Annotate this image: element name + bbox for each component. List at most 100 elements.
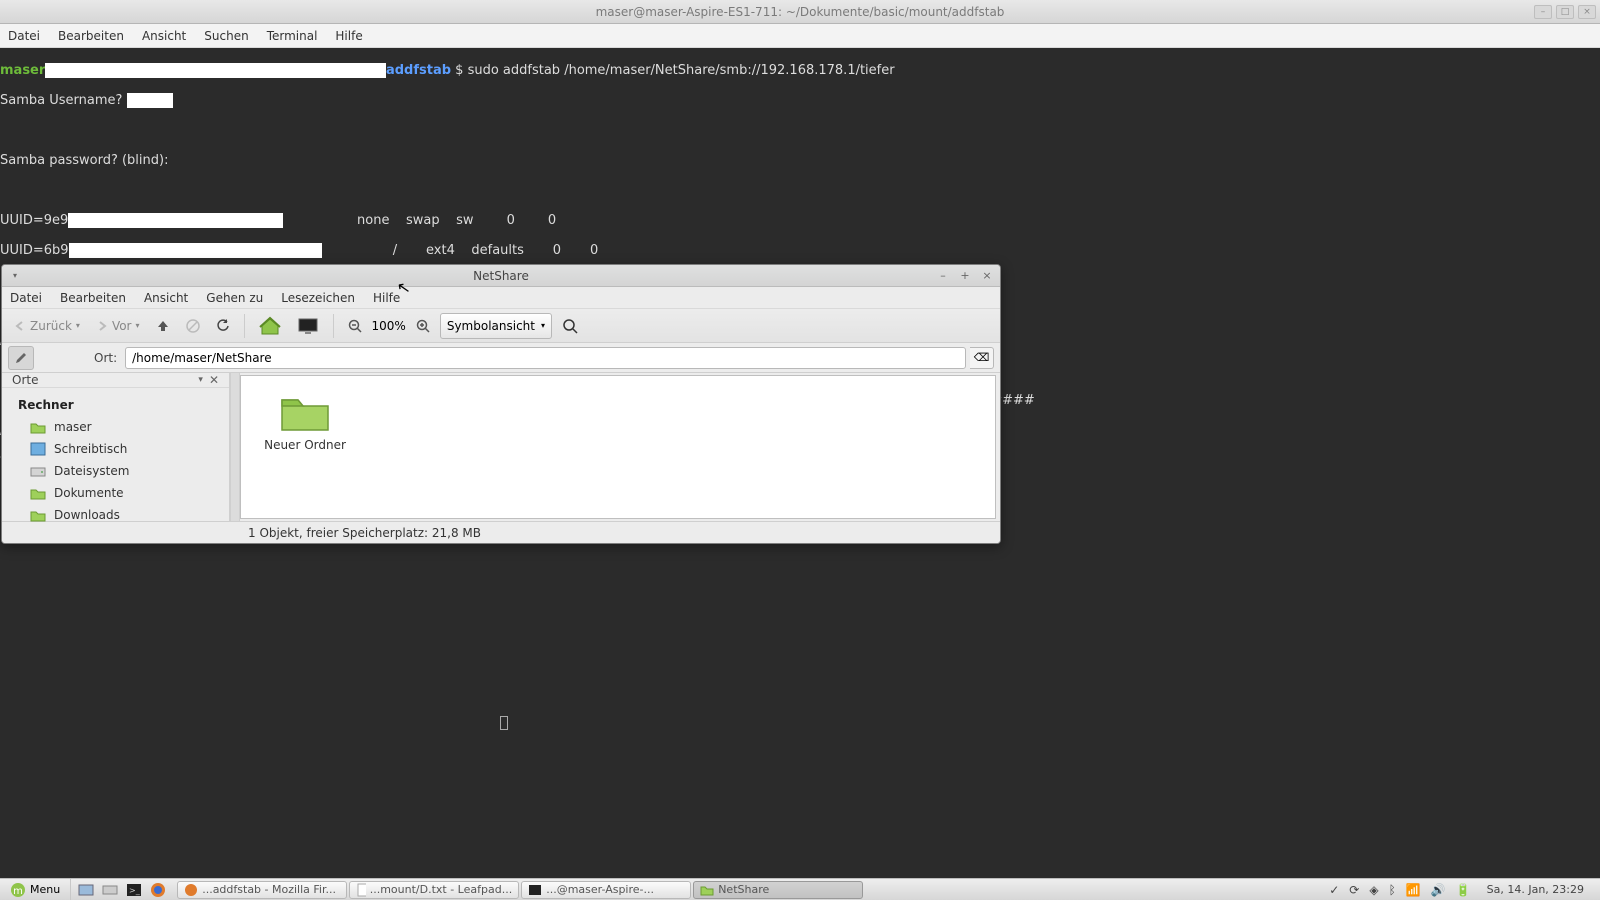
menu-hilfe[interactable]: Hilfe: [335, 29, 362, 43]
network-icon[interactable]: ◈: [1369, 883, 1378, 897]
sidebar-item-dokumente[interactable]: Dokumente: [2, 482, 229, 504]
forward-button[interactable]: Vor ▾: [90, 313, 146, 339]
location-bar: Ort: ⌫: [2, 343, 1000, 373]
firefox-launcher[interactable]: [147, 881, 169, 899]
text-icon: [356, 883, 366, 897]
chevron-down-icon: ▾: [198, 375, 203, 385]
bluetooth-icon[interactable]: ᛒ: [1389, 883, 1396, 897]
task-buttons: ...addfstab - Mozilla Fir... ...mount/D.…: [173, 881, 867, 899]
redacted-host: @maser-Aspire-ES1-711 ~/Dokumente/basic/…: [45, 63, 386, 78]
zoom-in-button[interactable]: [410, 313, 436, 339]
desktop-icon: [78, 883, 94, 897]
fm-titlebar[interactable]: ▾ NetShare – + ×: [2, 265, 1000, 287]
battery-icon[interactable]: 🔋: [1456, 883, 1471, 897]
computer-button[interactable]: [291, 313, 325, 339]
zoom-out-button[interactable]: [342, 313, 368, 339]
pencil-icon: [15, 352, 27, 364]
arrow-left-icon: [14, 320, 26, 332]
terminal-titlebar[interactable]: maser@maser-Aspire-ES1-711: ~/Dokumente/…: [0, 0, 1600, 24]
sidebar-selector[interactable]: Orte ▾ ✕: [2, 373, 229, 388]
location-label: Ort:: [94, 351, 117, 365]
search-icon: [562, 318, 578, 334]
sidebar-item-maser[interactable]: maser: [2, 416, 229, 438]
task-leafpad[interactable]: ...mount/D.txt - Leafpad...: [349, 881, 519, 899]
menu-datei[interactable]: Datei: [8, 29, 40, 43]
home-button[interactable]: [253, 313, 287, 339]
minimize-button[interactable]: –: [1534, 5, 1552, 19]
volume-icon[interactable]: 🔊: [1431, 883, 1446, 897]
terminal-icon: >_: [126, 883, 142, 897]
task-netshare[interactable]: NetShare: [693, 881, 863, 899]
menu-suchen[interactable]: Suchen: [204, 29, 248, 43]
close-button[interactable]: ×: [980, 269, 994, 282]
redacted-uuid1: 7-d0xd-xf-4f-d--5b0-0-f02f0fd07x: [68, 213, 282, 228]
menu-datei[interactable]: Datei: [10, 291, 42, 305]
search-button[interactable]: [556, 313, 584, 339]
clock[interactable]: Sa, 14. Jan, 23:29: [1481, 883, 1590, 896]
back-button[interactable]: Zurück ▾: [8, 313, 86, 339]
view-mode-select[interactable]: Symbolansicht ▾: [440, 313, 552, 339]
menu-terminal[interactable]: Terminal: [267, 29, 318, 43]
maximize-button[interactable]: □: [1556, 5, 1574, 19]
prompt-user: maser: [0, 63, 45, 78]
fm-menubar: Datei Bearbeiten Ansicht Gehen zu Leseze…: [2, 287, 1000, 309]
sidebar-item-dateisystem[interactable]: Dateisystem: [2, 460, 229, 482]
terminal-launcher[interactable]: >_: [123, 881, 145, 899]
terminal-window-controls: – □ ×: [1534, 5, 1596, 19]
prompt-path: addfstab: [386, 63, 451, 78]
sidebar-item-downloads[interactable]: Downloads: [2, 504, 229, 526]
zoom-out-icon: [348, 319, 362, 333]
shield-icon[interactable]: ✓: [1329, 883, 1339, 897]
arrow-up-icon: [156, 319, 170, 333]
start-menu-button[interactable]: m Menu: [0, 879, 71, 900]
zoom-in-icon: [416, 319, 430, 333]
terminal-command: sudo addfstab /home/maser/NetShare/smb:/…: [468, 63, 895, 78]
firefox-icon: [184, 883, 198, 897]
task-firefox[interactable]: ...addfstab - Mozilla Fir...: [177, 881, 347, 899]
up-button[interactable]: [150, 313, 176, 339]
menu-ansicht[interactable]: Ansicht: [144, 291, 188, 305]
folder-icon: [278, 390, 332, 434]
chevron-down-icon: ▾: [76, 321, 80, 330]
folder-label: Neuer Ordner: [264, 438, 346, 452]
minimize-button[interactable]: –: [936, 269, 950, 282]
folder-icon: [700, 883, 714, 897]
fm-toolbar: Zurück ▾ Vor ▾ 100%: [2, 309, 1000, 343]
monitor-icon: [297, 317, 319, 335]
files-launcher[interactable]: [99, 881, 121, 899]
location-clear-button[interactable]: ⌫: [970, 347, 994, 369]
sidebar-scrollbar[interactable]: [230, 373, 240, 521]
update-icon[interactable]: ⟳: [1349, 883, 1359, 897]
sidebar-item-schreibtisch[interactable]: Schreibtisch: [2, 438, 229, 460]
folder-neuer-ordner[interactable]: Neuer Ordner: [255, 390, 355, 452]
task-terminal[interactable]: ...@maser-Aspire-...: [521, 881, 691, 899]
folder-icon: [30, 508, 46, 522]
zoom-level: 100%: [372, 319, 406, 333]
maximize-button[interactable]: +: [958, 269, 972, 282]
firefox-icon: [150, 882, 166, 898]
location-input[interactable]: [125, 347, 966, 369]
wifi-icon[interactable]: 📶: [1406, 883, 1421, 897]
sidebar-close-button[interactable]: ✕: [209, 373, 219, 387]
file-area[interactable]: Neuer Ordner: [240, 375, 996, 519]
menu-gehenzu[interactable]: Gehen zu: [206, 291, 263, 305]
window-menu-icon[interactable]: ▾: [8, 269, 22, 283]
reload-button[interactable]: [210, 313, 236, 339]
svg-text:>_: >_: [129, 886, 141, 895]
show-desktop-button[interactable]: [75, 881, 97, 899]
close-button[interactable]: ×: [1578, 5, 1596, 19]
stop-button[interactable]: [180, 313, 206, 339]
menu-bearbeiten[interactable]: Bearbeiten: [58, 29, 124, 43]
redacted-username: xxxxxx: [127, 93, 173, 108]
quick-launch: >_: [71, 881, 173, 899]
mint-logo-icon: m: [10, 882, 26, 898]
pathbar-toggle-button[interactable]: [8, 346, 34, 370]
menu-ansicht[interactable]: Ansicht: [142, 29, 186, 43]
file-manager-window: ▾ NetShare – + × Datei Bearbeiten Ansich…: [1, 264, 1001, 544]
menu-bearbeiten[interactable]: Bearbeiten: [60, 291, 126, 305]
redacted-uuid2: xxxxxxxxxxxxxxxxxxxxxxxxxxxxxxxxx: [69, 243, 323, 258]
menu-hilfe[interactable]: Hilfe: [373, 291, 400, 305]
sidebar-section-rechner: Rechner: [2, 394, 229, 416]
reload-icon: [216, 319, 230, 333]
menu-lesezeichen[interactable]: Lesezeichen: [281, 291, 355, 305]
